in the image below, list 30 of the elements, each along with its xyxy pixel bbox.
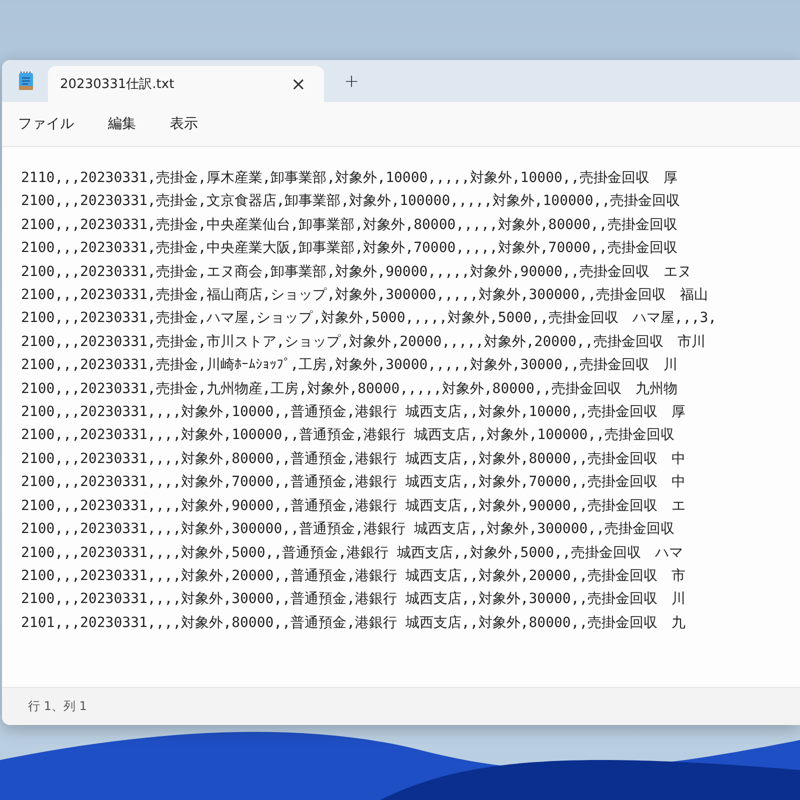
text-line: 2100,,,20230331,,,,対象外,20000,,普通預金,港銀行 城西支店,,対象外,20000,,売掛金回収 市 [21,566,686,586]
text-line: 2100,,,20230331,,,,対象外,80000,,普通預金,港銀行 城西支店,,対象外,80000,,売掛金回収 中 [21,450,686,469]
text-line: 2100,,,20230331,売掛金,ハマ屋,ショップ,対象外,5000,,,,,対象外,5000,,売掛金回収 ハマ屋,,,3, [21,309,717,328]
text-line: 2100,,,20230331,売掛金,川崎ﾎｰﾑｼｮｯﾌﾟ,工房,対象外,30000,,,,,対象外,30000,,売掛金回収 川 [21,356,678,376]
text-line: 2100,,,20230331,売掛金,中央産業仙台,卸事業部,対象外,80000,,,,,対象外,80000,,売掛金回収 [21,216,678,235]
text-line: 2100,,,20230331,売掛金,中央産業大阪,卸事業部,対象外,70000,,,,,対象外,70000,,売掛金回収 [21,239,678,258]
text-line: 2100,,,20230331,売掛金,九州物産,工房,対象外,80000,,,,,対象外,80000,,売掛金回収 九州物 [21,380,678,399]
text-line: 2100,,,20230331,,,,対象外,30000,,普通預金,港銀行 城西支店,,対象外,30000,,売掛金回収 川 [21,590,686,610]
text-line: 2100,,,20230331,,,,対象外,10000,,普通預金,港銀行 城西支店,,対象外,10000,,売掛金回収 厚 [21,403,686,422]
text-line: 2100,,,20230331,売掛金,市川ストア,ショップ,対象外,20000,,,,,対象外,20000,,売掛金回収 市川 [21,332,706,352]
tab-title: 20230331仕訳.txt [60,76,174,93]
close-tab-button[interactable]: × [284,74,312,94]
text-line: 2100,,,20230331,売掛金,エヌ商会,卸事業部,対象外,90000,,,,,対象外,90000,,売掛金回収 エヌ [21,262,692,282]
text-editor[interactable] [2,147,800,687]
text-line: 2101,,,20230331,,,,対象外,80000,,普通預金,港銀行 城西支店,,対象外,80000,,売掛金回収 九 [21,614,686,633]
text-line: 2100,,,20230331,,,,対象外,100000,,普通預金,港銀行 城西支店,,対象外,100000,,売掛金回収 [21,426,675,446]
text-line: 2100,,,20230331,,,,対象外,5000,,普通預金,港銀行 城西支店,,対象外,5000,,売掛金回収 ハマ [21,544,683,562]
text-line: 2100,,,20230331,,,,対象外,300000,,普通預金,港銀行 城西支店,,対象外,300000,,売掛金回収 [21,520,675,540]
menu-item[interactable]: 編集 [96,109,148,139]
file-tab[interactable]: 20230331仕訳.txt × [48,66,324,102]
text-line: 2110,,,20230331,売掛金,厚木産業,卸事業部,対象外,10000,,,,,対象外,10000,,売掛金回収 厚 [21,169,678,188]
new-tab-button[interactable]: + [338,70,366,92]
text-line: 2100,,,20230331,売掛金,文京食器店,卸事業部,対象外,100000,,,,,対象外,100000,,売掛金回収 [21,192,680,212]
text-line: 2100,,,20230331,売掛金,福山商店,ショップ,対象外,300000,,,,,対象外,300000,,売掛金回収 福山 [21,286,708,306]
menu-item[interactable]: 表示 [158,109,210,139]
text-line: 2100,,,20230331,,,,対象外,70000,,普通預金,港銀行 城西支店,,対象外,70000,,売掛金回収 中 [21,473,686,492]
cursor-position: 行 1、列 1 [28,698,87,715]
text-line: 2100,,,20230331,,,,対象外,90000,,普通預金,港銀行 城西支店,,対象外,90000,,売掛金回収 エ [21,496,686,516]
notepad-icon [18,71,34,91]
menu-item[interactable]: ファイル [6,109,86,139]
